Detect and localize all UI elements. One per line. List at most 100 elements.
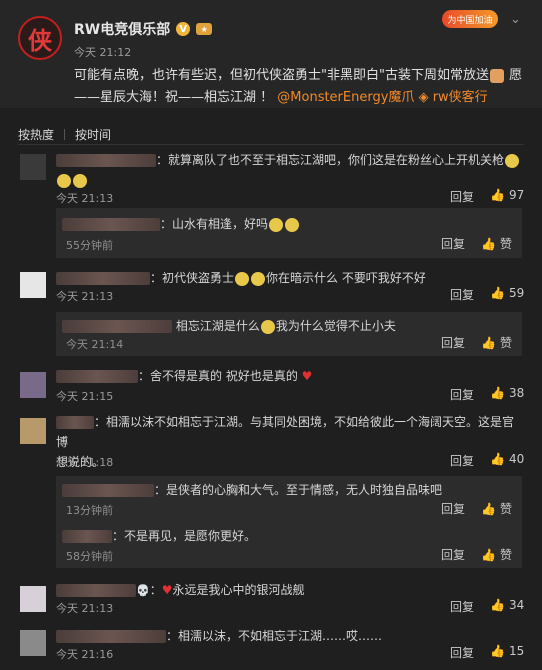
emoji-icon <box>235 271 250 286</box>
comment-body: 永远是我心中的银河战舰 <box>172 583 305 597</box>
comment-time: 13分钟前 <box>66 504 113 517</box>
fist-emoji-icon <box>489 68 504 83</box>
skull-icon: 💀 <box>136 584 150 597</box>
topic-link-icon: ◈ <box>418 90 429 105</box>
reply-button[interactable]: 回复 <box>450 598 474 615</box>
comment-time: 今天 21:13 <box>56 290 114 303</box>
thumb-icon: 👍 <box>490 644 505 658</box>
like-label: 赞 <box>499 336 512 350</box>
username-blurred[interactable] <box>56 630 166 643</box>
emoji-icon <box>269 217 284 232</box>
comment-avatar[interactable] <box>20 272 46 298</box>
thumb-icon: 👍 <box>490 452 505 466</box>
comment-avatar[interactable] <box>20 418 46 444</box>
verified-icon: V <box>176 22 191 36</box>
reply-button[interactable]: 回复 <box>441 334 465 351</box>
username-blurred[interactable] <box>56 272 150 285</box>
like-button[interactable]: 👍 38 <box>490 386 524 400</box>
comment-avatar[interactable] <box>20 630 46 656</box>
level-icon: ★ <box>196 23 213 35</box>
heart-icon: ♥ <box>161 583 173 597</box>
thumb-icon: 👍 <box>481 236 496 251</box>
like-button[interactable]: 👍 赞 <box>481 235 512 252</box>
comment-text: ：不是再见，是愿你更好。 <box>62 526 528 546</box>
comment-avatar[interactable] <box>20 586 46 612</box>
comment-body: ：舍不得是真的 祝好也是真的 <box>138 369 298 383</box>
comment-avatar[interactable] <box>20 372 46 398</box>
like-button[interactable]: 👍 34 <box>490 598 524 612</box>
emoji-icon <box>505 153 520 168</box>
comment-text: ：初代侠盗勇士 你在暗示什么 不要吓我好不好 <box>56 268 522 288</box>
comment-body: ：相濡以沫不如相忘于江湖。与其同处困境，不如给彼此一个海阔天空。这是官博 <box>56 415 515 449</box>
comment-time: 今天 21:13 <box>56 602 114 615</box>
tab-divider <box>64 129 66 140</box>
username-blurred[interactable] <box>56 416 94 429</box>
comment-time: 今天 21:15 <box>56 390 114 403</box>
comment-avatar[interactable] <box>20 154 46 180</box>
username-blurred[interactable] <box>56 584 136 597</box>
mention-monster[interactable]: @MonsterEnergy魔爪 <box>277 90 414 105</box>
comment-body: 相忘江湖是什么 <box>175 319 260 333</box>
username-blurred[interactable] <box>62 530 112 543</box>
post-time: 今天 21:12 <box>74 46 132 59</box>
username-blurred[interactable] <box>56 154 156 167</box>
emoji-icon <box>285 217 300 232</box>
author-name[interactable]: RW电竞俱乐部 <box>74 19 170 39</box>
reply-button[interactable]: 回复 <box>441 500 465 517</box>
post-text-tail: 愿 <box>509 68 523 83</box>
comment-time: 今天 21:18 <box>56 456 114 469</box>
reply-button[interactable]: 回复 <box>450 386 474 403</box>
comment-body: ：就算离队了也不至于相忘江湖吧，你们这是在粉丝心上开机关枪 <box>156 153 505 167</box>
comment-time: 55分钟前 <box>66 239 113 252</box>
comment-body: ：相濡以沫，不如相忘于江湖……哎…… <box>166 629 383 643</box>
like-button[interactable]: 👍 15 <box>490 644 524 658</box>
avatar-char: 侠 <box>28 25 52 55</box>
comment-time: 今天 21:16 <box>56 648 114 661</box>
mention-rw[interactable]: rw侠客行 <box>433 90 488 105</box>
heart-icon: ♥ <box>301 369 313 383</box>
tab-hot[interactable]: 按热度 <box>18 126 54 143</box>
comment-body: ：不是再见，是愿你更好。 <box>112 529 257 543</box>
thumb-icon: 👍 <box>490 598 505 612</box>
username-blurred[interactable] <box>62 320 172 333</box>
comment-body: ：山水有相逢，好吗 <box>160 217 269 231</box>
like-button[interactable]: 👍 59 <box>490 286 524 300</box>
like-button[interactable]: 👍 赞 <box>481 500 512 517</box>
reply-button[interactable]: 回复 <box>450 452 474 469</box>
emoji-icon <box>57 173 71 188</box>
comment-time: 今天 21:13 <box>56 192 114 205</box>
like-button[interactable]: 👍 40 <box>490 452 524 466</box>
like-label: 赞 <box>499 502 512 516</box>
reply-button[interactable]: 回复 <box>450 644 474 661</box>
author-avatar[interactable]: 侠 <box>18 16 62 60</box>
username-blurred[interactable] <box>62 484 154 497</box>
tab-time[interactable]: 按时间 <box>75 126 111 143</box>
username-blurred[interactable] <box>62 218 160 231</box>
weibo-post: 侠 RW电竞俱乐部 V ★ 今天 21:12 为中国加油 ⌄ 可能有点晚，也许有… <box>0 0 542 108</box>
reply-button[interactable]: 回复 <box>441 235 465 252</box>
reply-button[interactable]: 回复 <box>441 546 465 563</box>
chevron-down-icon[interactable]: ⌄ <box>510 12 521 27</box>
emoji-icon <box>251 271 266 286</box>
comment-body-2: 你在暗示什么 不要吓我好不好 <box>266 271 426 285</box>
username-blurred[interactable] <box>56 370 138 383</box>
thumb-icon: 👍 <box>490 188 505 202</box>
like-count: 15 <box>508 644 525 658</box>
reply-button[interactable]: 回复 <box>450 286 474 303</box>
emoji-icon <box>73 173 87 188</box>
comment-text: 相忘江湖是什么 我为什么觉得不止小夫 <box>62 316 528 336</box>
post-text-line2: ——星辰大海！祝——相忘江湖 ！ <box>74 90 274 105</box>
comment-time: 今天 21:14 <box>66 338 124 351</box>
comment-time: 58分钟前 <box>66 550 113 563</box>
event-badge[interactable]: 为中国加油 <box>442 10 498 28</box>
like-button[interactable]: 👍 赞 <box>481 546 512 563</box>
thumb-icon: 👍 <box>481 335 496 350</box>
like-button[interactable]: 👍 赞 <box>481 334 512 351</box>
thumb-icon: 👍 <box>481 547 496 562</box>
comment-text: ：就算离队了也不至于相忘江湖吧，你们这是在粉丝心上开机关枪 <box>56 150 522 190</box>
sub-reply-group: ：是侠者的心胸和大气。至于情感，无人时独自品味吧 13分钟前 回复 👍 赞 ：不是… <box>56 476 522 568</box>
like-count: 97 <box>508 188 525 202</box>
reply-button[interactable]: 回复 <box>450 188 474 205</box>
comment-body-2: 我为什么觉得不止小夫 <box>275 319 396 333</box>
like-button[interactable]: 👍 97 <box>490 188 524 202</box>
